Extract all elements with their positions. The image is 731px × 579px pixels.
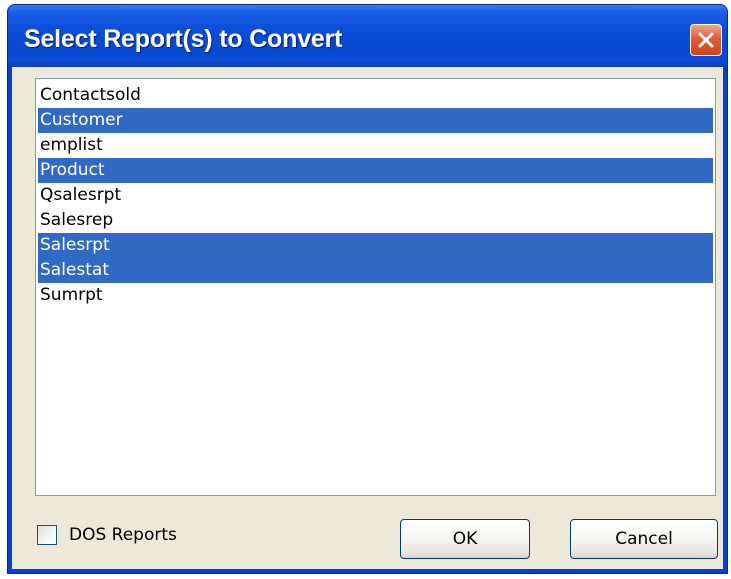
close-button[interactable]	[690, 24, 722, 56]
report-list-item[interactable]: Product	[38, 158, 713, 183]
report-list-item[interactable]: Salesrpt	[38, 233, 713, 258]
close-x-icon	[698, 32, 714, 48]
report-list-item[interactable]: Customer	[38, 108, 713, 133]
dialog-window: Select Report(s) to Convert Contactsold C…	[7, 4, 728, 574]
title-bar[interactable]: Select Report(s) to Convert	[8, 5, 727, 67]
report-list-item[interactable]: Qsalesrpt	[38, 183, 713, 208]
cancel-button[interactable]: Cancel	[570, 519, 718, 559]
report-list-item[interactable]: Sumrpt	[38, 283, 713, 308]
report-list-item[interactable]: Salesrep	[38, 208, 713, 233]
dos-reports-option[interactable]: DOS Reports	[37, 522, 177, 548]
report-list-item[interactable]: Salestat	[38, 258, 713, 283]
report-list-item[interactable]: Contactsold	[38, 83, 713, 108]
dos-reports-label[interactable]: DOS Reports	[69, 525, 177, 545]
dialog-body: Contactsold Customer emplist Product Qsalesr…	[12, 67, 723, 569]
report-listbox[interactable]: Contactsold Customer emplist Product Qsalesr…	[35, 78, 716, 496]
report-list-item[interactable]: emplist	[38, 133, 713, 158]
ok-button[interactable]: OK	[400, 519, 530, 559]
dos-reports-checkbox[interactable]	[37, 525, 57, 545]
window-title: Select Report(s) to Convert	[24, 25, 343, 53]
